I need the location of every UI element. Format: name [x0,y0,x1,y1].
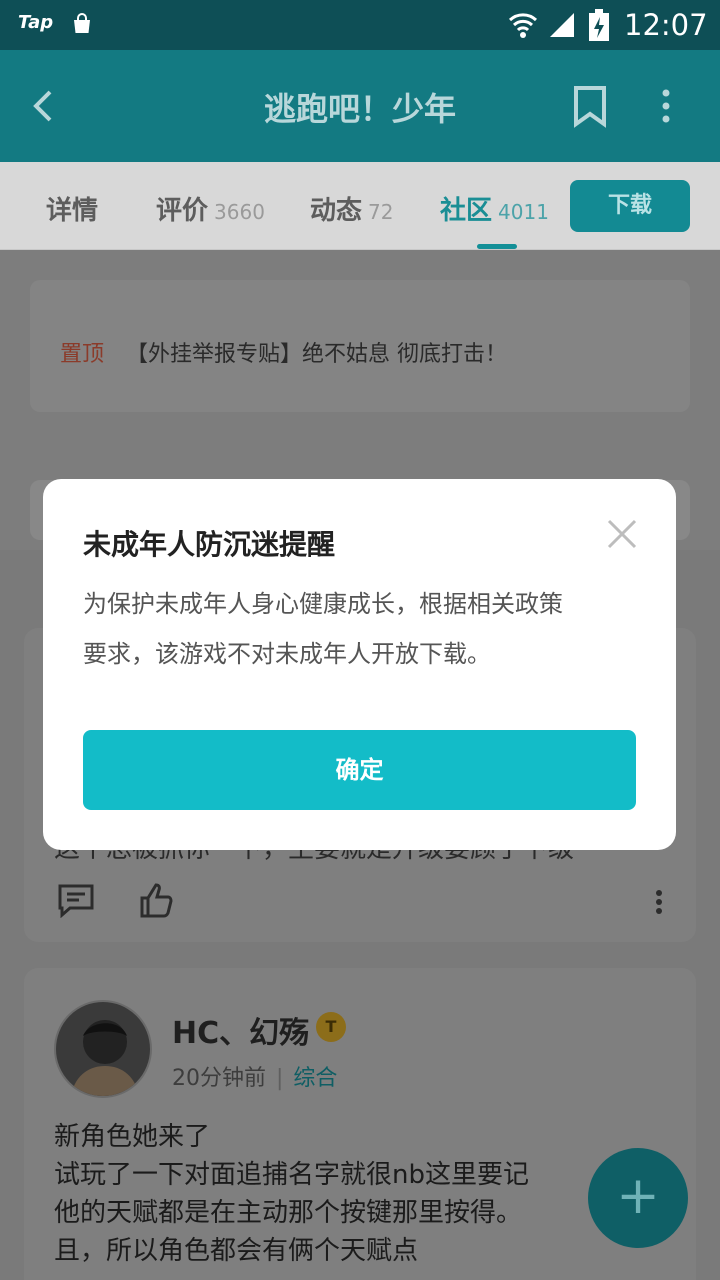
wifi-icon [508,10,538,44]
pinned-title: 【外挂举报专贴】绝不姑息 彻底打击！ [126,342,507,367]
tap-app-label: Tap [18,12,54,33]
post-card[interactable]: HC、幻殇 T 20分钟前 | 综合 新角色她来了 试玩了一下对面追捕名字就很nb这… [24,968,696,1280]
app-bar: 逃跑吧！少年 [0,50,720,162]
bookmark-icon[interactable] [570,84,610,132]
tab-label: 动态 [310,196,363,226]
post-line: 试玩了一下对面追捕名字就很nb这里要记 [54,1160,529,1190]
pinned-tag: 置顶 [60,342,105,367]
download-button[interactable]: 下载 [570,180,690,232]
post-line: 新角色她来了 [54,1122,211,1152]
signal-icon [548,11,576,43]
battery-charging-icon [588,9,610,45]
post-time: 20分钟前 [172,1066,266,1091]
create-post-button[interactable]: + [588,1148,688,1248]
tab-label: 社区 [440,196,493,226]
post-body: 新角色她来了 试玩了一下对面追捕名字就很nb这里要记 他的天赋都是在主动那个按键… [54,1118,666,1270]
tab-details[interactable]: 详情 [46,190,98,227]
meta-separator: | [276,1066,284,1091]
dialog-message: 为保护未成年人身心健康成长，根据相关政策 要求，该游戏不对未成年人开放下载。 [83,579,643,679]
dialog-message-line: 要求，该游戏不对未成年人开放下载。 [83,640,491,668]
clock: 12:07 [624,8,708,42]
close-icon[interactable] [605,517,639,555]
dialog-title: 未成年人防沉迷提醒 [83,528,336,561]
tab-count: 4011 [498,200,549,224]
tab-reviews[interactable]: 评价 3660 [156,190,265,227]
post-category[interactable]: 综合 [293,1066,337,1091]
tab-count: 72 [368,200,394,224]
anti-addiction-dialog: 未成年人防沉迷提醒 为保护未成年人身心健康成长，根据相关政策 要求，该游戏不对未… [43,479,676,850]
more-options-icon[interactable] [656,88,676,128]
dialog-message-line: 为保护未成年人身心健康成长，根据相关政策 [83,590,563,618]
post-more-icon[interactable] [652,888,666,920]
like-thumb-icon[interactable] [138,882,174,922]
pinned-post[interactable]: 置顶 【外挂举报专贴】绝不姑息 彻底打击！ [30,280,690,412]
comment-icon[interactable] [56,882,96,922]
confirm-button[interactable]: 确定 [83,730,636,810]
tab-label: 评价 [156,196,209,226]
page-title: 逃跑吧！少年 [263,90,456,128]
username[interactable]: HC、幻殇 [172,1008,309,1052]
post-line: 且，所以角色都会有俩个天赋点 [54,1236,419,1266]
tab-updates[interactable]: 动态 72 [310,190,393,227]
user-level-badge: T [316,1012,346,1042]
shopping-bag-icon [70,12,94,40]
active-tab-indicator [477,244,517,249]
tab-community[interactable]: 社区 4011 [440,190,549,227]
tab-count: 3660 [214,200,265,224]
post-meta: 20分钟前 | 综合 [172,1060,337,1092]
status-bar: Tap 12:07 [0,0,720,50]
tab-label: 详情 [46,196,99,226]
avatar[interactable] [54,1000,152,1098]
post-line: 他的天赋都是在主动那个按键那里按得。 [54,1198,523,1228]
